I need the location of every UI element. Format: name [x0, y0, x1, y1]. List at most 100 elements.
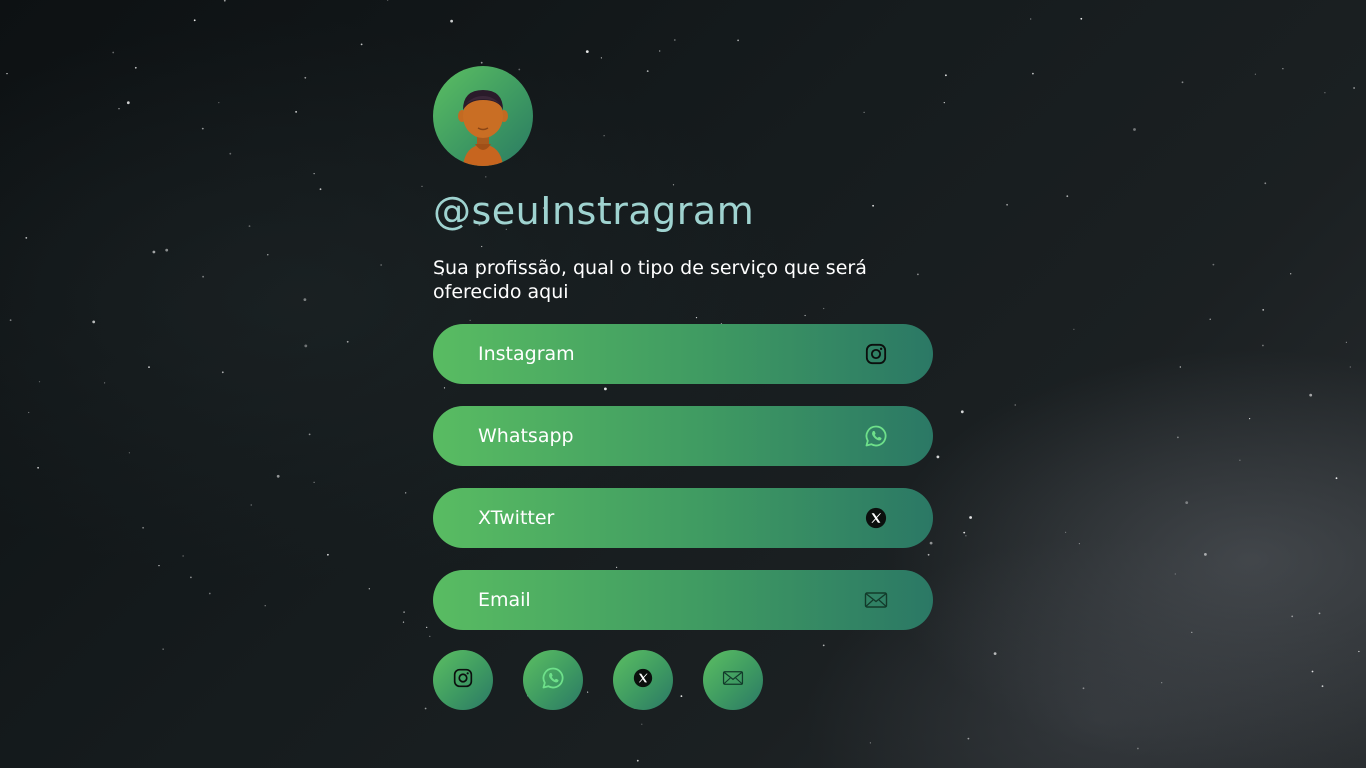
star — [165, 248, 169, 252]
star — [218, 102, 220, 104]
star — [943, 102, 945, 104]
star — [421, 185, 423, 187]
star — [25, 237, 28, 239]
link-label: Whatsapp — [478, 425, 574, 447]
star — [429, 635, 431, 638]
star — [162, 648, 164, 650]
email-social-button[interactable] — [703, 650, 763, 710]
star — [37, 466, 39, 469]
star — [1032, 72, 1034, 75]
star — [1191, 631, 1193, 634]
whatsapp-link-button[interactable]: Whatsapp — [433, 406, 933, 466]
star — [1349, 366, 1351, 368]
star — [1324, 92, 1326, 94]
star — [1137, 747, 1139, 750]
star — [308, 433, 311, 436]
instagram-social-button[interactable] — [433, 650, 493, 710]
instagram-link-button[interactable]: Instagram — [433, 324, 933, 384]
star — [1311, 670, 1314, 673]
star — [424, 707, 427, 710]
star — [304, 76, 307, 79]
star — [9, 319, 12, 322]
star — [1321, 685, 1324, 688]
star — [1082, 687, 1085, 690]
star — [402, 621, 405, 623]
star — [1078, 543, 1080, 545]
star — [1209, 318, 1211, 320]
star — [295, 111, 297, 113]
star — [134, 66, 137, 69]
email-icon — [864, 588, 888, 612]
social-icon-row — [433, 650, 933, 710]
star — [250, 504, 252, 506]
star — [104, 382, 106, 384]
star — [659, 50, 661, 52]
star — [967, 737, 970, 740]
star — [1291, 615, 1294, 618]
star — [193, 19, 196, 22]
star — [128, 452, 130, 454]
star — [965, 535, 967, 537]
star — [1262, 309, 1265, 311]
whatsapp-icon — [541, 666, 565, 694]
star — [264, 605, 266, 607]
star — [600, 57, 603, 59]
star — [208, 592, 211, 595]
star — [368, 588, 370, 590]
whatsapp-icon — [864, 424, 888, 448]
star — [1254, 73, 1256, 75]
link-label: Email — [478, 589, 531, 611]
star — [313, 173, 315, 175]
link-label: Instagram — [478, 343, 575, 365]
star — [1006, 203, 1008, 206]
xtwitter-social-button[interactable] — [613, 650, 673, 710]
link-label: XTwitter — [478, 507, 555, 529]
star — [1014, 404, 1016, 406]
star — [112, 51, 115, 54]
star — [1179, 366, 1181, 368]
star — [1185, 501, 1189, 504]
avatar-illustration — [458, 90, 508, 166]
star — [1174, 573, 1176, 575]
star — [585, 50, 589, 53]
star — [1212, 263, 1215, 266]
star — [126, 101, 130, 105]
star — [380, 264, 382, 266]
star — [641, 723, 643, 725]
whatsapp-social-button[interactable] — [523, 650, 583, 710]
star — [737, 39, 739, 42]
star — [303, 298, 307, 301]
star — [360, 43, 363, 46]
star — [450, 19, 453, 23]
star — [248, 225, 251, 228]
star — [1239, 459, 1241, 461]
star — [403, 611, 405, 613]
star — [267, 254, 269, 256]
star — [142, 526, 145, 529]
email-link-button[interactable]: Email — [433, 570, 933, 630]
star — [1353, 87, 1355, 89]
instagram-icon — [453, 668, 473, 692]
star — [1030, 18, 1032, 20]
star — [202, 275, 205, 278]
xtwitter-link-button[interactable]: XTwitter — [433, 488, 933, 548]
star — [221, 371, 224, 374]
star — [963, 531, 966, 534]
star — [945, 74, 947, 77]
star — [319, 188, 322, 191]
star — [1290, 273, 1292, 275]
profile-bio: Sua profissão, qual o tipo de serviço qu… — [433, 257, 867, 303]
star — [158, 565, 160, 567]
star — [1335, 477, 1338, 480]
star — [969, 516, 972, 519]
star — [1161, 682, 1163, 684]
star — [92, 320, 96, 324]
star — [201, 127, 204, 130]
star — [1080, 17, 1083, 20]
star — [229, 152, 232, 155]
star — [1066, 195, 1069, 198]
star — [1065, 531, 1067, 533]
star — [148, 366, 150, 368]
star — [38, 381, 41, 383]
email-icon — [722, 669, 744, 691]
